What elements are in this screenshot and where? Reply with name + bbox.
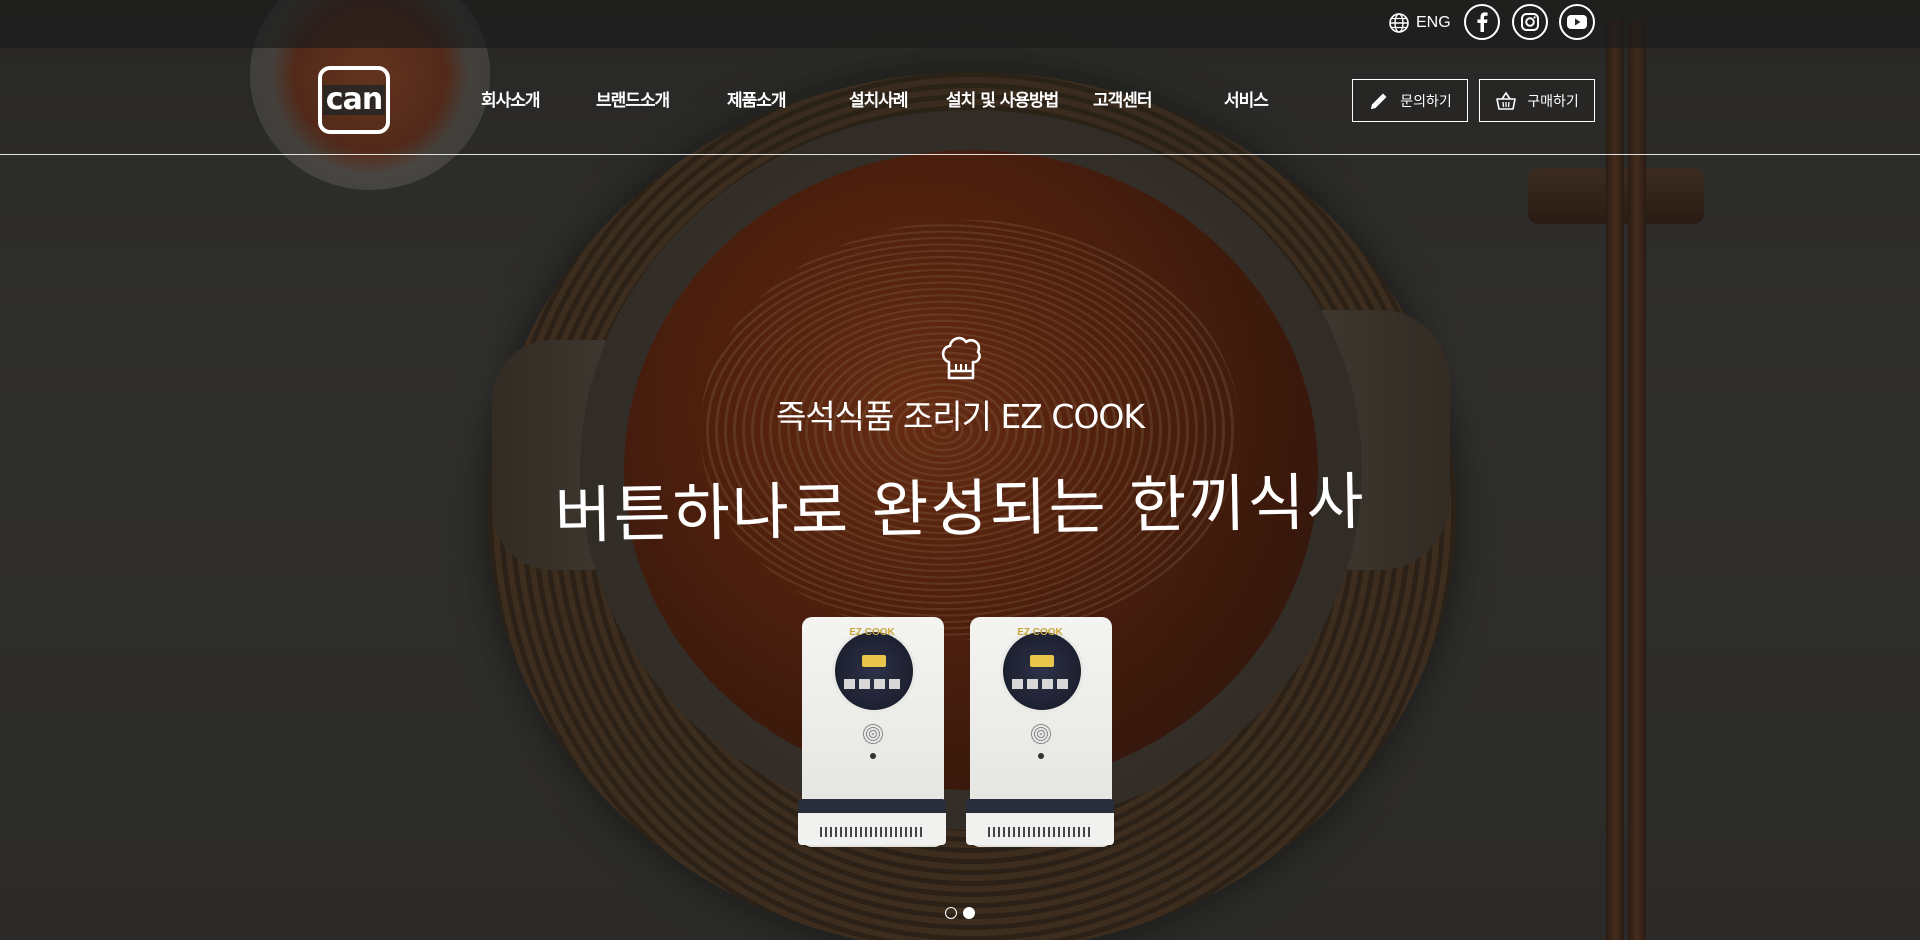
slider-dot-2-active[interactable] [963, 907, 975, 919]
inquiry-button[interactable]: 문의하기 [1352, 79, 1468, 122]
nav-brand[interactable]: 브랜드소개 [596, 86, 670, 111]
buy-label: 구매하기 [1527, 93, 1579, 110]
shopping-basket-icon [1496, 91, 1517, 110]
buy-button[interactable]: 구매하기 [1479, 79, 1595, 122]
instagram-link[interactable] [1512, 4, 1548, 40]
nav-customer-center[interactable]: 고객센터 [1093, 86, 1153, 111]
language-switch[interactable]: ENG [1388, 10, 1451, 36]
hero-subtitle: 즉석식품 조리기 EZ COOK [775, 397, 1145, 436]
youtube-icon [1567, 15, 1587, 29]
slider-dot-1[interactable] [945, 907, 957, 919]
globe-icon [1389, 13, 1409, 33]
product-brand-label: EZ COOK [849, 627, 895, 638]
facebook-link[interactable] [1464, 4, 1500, 40]
youtube-link[interactable] [1559, 4, 1595, 40]
nav-installation-cases[interactable]: 설치사례 [849, 86, 909, 111]
main-header: can 회사소개 브랜드소개 제품소개 설치사례 설치 및 사용방법 고객센터 … [0, 48, 1920, 155]
top-utility-bar: ENG [0, 0, 1920, 48]
nav-products[interactable]: 제품소개 [727, 86, 787, 111]
nav-install-usage[interactable]: 설치 및 사용방법 [946, 86, 1059, 111]
chef-hat-icon [941, 336, 981, 380]
hero-headline: 버튼하나로 완성되는 한끼식사 [554, 464, 1367, 553]
product-brand-label: EZ COOK [1017, 627, 1063, 638]
can-logo[interactable]: can [318, 66, 390, 134]
nav-service[interactable]: 서비스 [1224, 86, 1269, 111]
ez-cook-product-image: EZ COOK [798, 617, 946, 851]
logo-text: can [322, 85, 386, 115]
language-label: ENG [1416, 14, 1451, 31]
nav-company[interactable]: 회사소개 [481, 86, 541, 111]
facebook-icon [1477, 12, 1488, 32]
inquiry-label: 문의하기 [1400, 93, 1452, 110]
ez-cook-product-image: EZ COOK [966, 617, 1114, 851]
pencil-icon [1371, 93, 1387, 109]
instagram-icon [1521, 13, 1539, 31]
